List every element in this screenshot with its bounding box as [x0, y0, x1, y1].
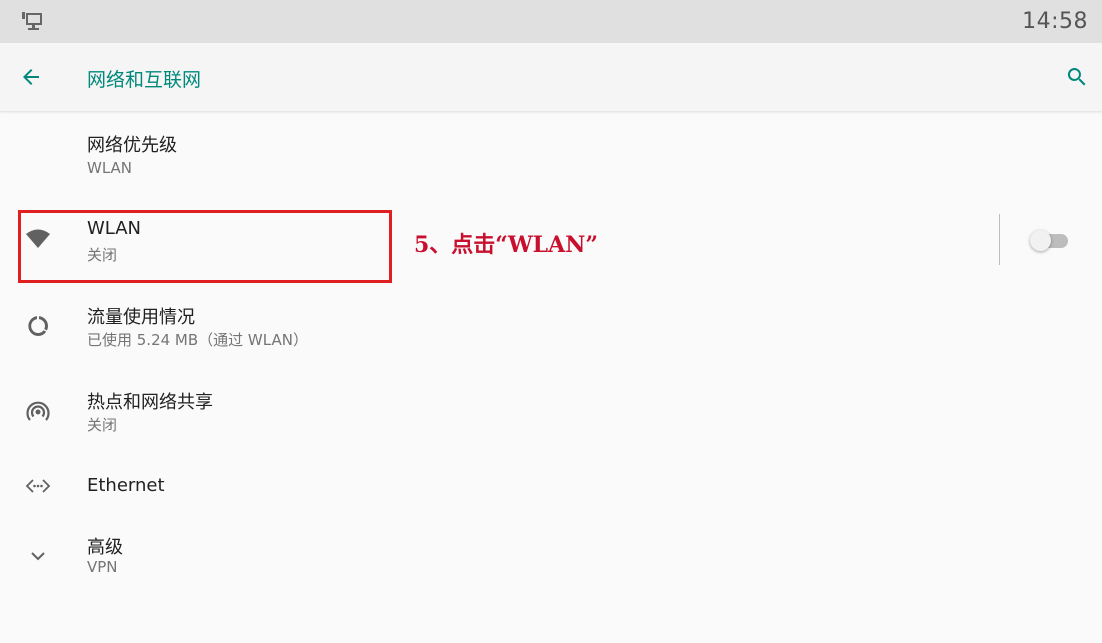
list-item-summary: 已使用 5.24 MB（通过 WLAN） [87, 331, 308, 349]
ethernet-icon [25, 479, 51, 493]
list-item-summary: VPN [87, 558, 118, 576]
list-item-summary: WLAN [87, 159, 133, 177]
app-bar: 网络和互联网 [0, 43, 1102, 112]
page-title: 网络和互联网 [87, 69, 202, 91]
list-item-network-priority[interactable]: 网络优先级 WLAN [0, 131, 1102, 191]
wlan-toggle-switch[interactable] [1030, 230, 1070, 251]
arrow-back-icon[interactable] [19, 65, 43, 89]
list-item-title: Ethernet [87, 475, 165, 496]
desktop-network-icon [22, 12, 42, 30]
list-item-hotspot[interactable]: 热点和网络共享 关闭 [0, 388, 1102, 448]
list-item-advanced[interactable]: 高级 VPN [0, 533, 1102, 593]
chevron-down-icon [31, 552, 45, 561]
list-item-title: 流量使用情况 [87, 307, 195, 328]
list-item-ethernet[interactable]: Ethernet [0, 473, 1102, 513]
list-item-summary: 关闭 [87, 416, 118, 434]
search-icon[interactable] [1065, 65, 1089, 89]
hotspot-icon [26, 401, 50, 421]
divider [999, 214, 1000, 265]
data-usage-icon [28, 316, 48, 336]
list-item-title: 热点和网络共享 [87, 392, 213, 413]
clock: 14:58 [1022, 9, 1088, 34]
highlight-box [18, 210, 392, 283]
switch-thumb [1030, 230, 1051, 251]
list-item-title: 网络优先级 [87, 135, 177, 156]
annotation-text: 5、点击“WLAN” [414, 232, 598, 258]
status-bar: 14:58 [0, 0, 1102, 43]
list-item-data-usage[interactable]: 流量使用情况 已使用 5.24 MB（通过 WLAN） [0, 303, 1102, 363]
list-item-title: 高级 [87, 537, 123, 558]
